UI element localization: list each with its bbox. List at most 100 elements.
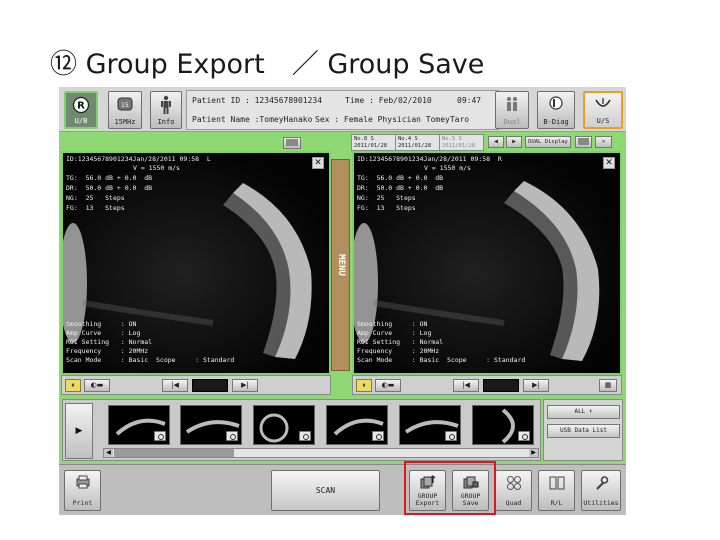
printer-icon bbox=[76, 475, 89, 489]
scan-button[interactable]: SCAN bbox=[271, 470, 380, 511]
thumbnail-4[interactable] bbox=[326, 405, 388, 445]
rl-button[interactable]: R/L bbox=[538, 470, 575, 511]
left-arrow-icon: ◀ bbox=[494, 138, 498, 145]
thumbnail-3[interactable] bbox=[253, 405, 315, 445]
left-frame-back-button[interactable]: |◀ bbox=[162, 379, 188, 392]
patient-sex-physician: Sex : Female Physician TomeyTaro bbox=[315, 115, 470, 124]
right-frame-back-button[interactable]: |◀ bbox=[453, 379, 479, 392]
left-frame-forward-button[interactable]: ▶| bbox=[232, 379, 258, 392]
prev-record-button[interactable]: ◀ bbox=[488, 136, 504, 148]
next-record-button[interactable]: ▶ bbox=[506, 136, 522, 148]
b-diag-button[interactable]: B-Diag bbox=[537, 91, 575, 129]
quad-button[interactable]: Quad bbox=[495, 470, 532, 511]
left-image-close-button[interactable]: ✕ bbox=[312, 157, 324, 169]
right-image-header: ID:12345678901234Jan/28/2011 09:58 R bbox=[357, 155, 502, 163]
menu-tab[interactable]: MENU bbox=[331, 159, 350, 371]
thumbnail-strip: ▶ ◀ ▶ bbox=[62, 399, 541, 461]
right-ultrasound-image[interactable]: ✕ ID:12345678901234Jan/28/2011 09:58 R V… bbox=[352, 151, 622, 375]
record-tab-2-date: 2011/01/28 bbox=[398, 143, 432, 149]
thumbnail-2[interactable] bbox=[180, 405, 242, 445]
camera-icon bbox=[518, 431, 530, 441]
print-button[interactable]: Print bbox=[64, 470, 101, 511]
scroll-left-icon[interactable]: ◀ bbox=[104, 449, 113, 457]
thumbnail-scrollbar[interactable]: ◀ ▶ bbox=[103, 448, 539, 458]
right-frame-counter bbox=[483, 379, 519, 392]
left-ultrasound-image[interactable]: ✕ ID:12345678901234Jan/28/2011 09:58 L V… bbox=[61, 151, 331, 375]
scroll-right-icon[interactable]: ▶ bbox=[529, 449, 538, 457]
dual-button[interactable]: Dual bbox=[495, 91, 529, 129]
camera-icon bbox=[226, 431, 238, 441]
record-tab-1-date: 2011/01/28 bbox=[354, 143, 388, 149]
dual-display-button[interactable]: DUAL Display bbox=[525, 136, 571, 148]
rl-icon bbox=[549, 476, 564, 490]
play-icon: ▶ bbox=[75, 426, 83, 436]
ub-mode-button[interactable]: R U/B bbox=[64, 91, 98, 129]
utilities-button[interactable]: Utilities bbox=[581, 470, 621, 511]
group-export-button[interactable]: GROUP Export bbox=[409, 470, 446, 511]
eye-circle-icon bbox=[549, 96, 563, 110]
left-image-header: ID:12345678901234Jan/28/2011 09:58 L bbox=[66, 155, 211, 163]
usb-data-list-button[interactable]: USB Data List bbox=[547, 424, 620, 438]
record-tab-3-number: No.5 S bbox=[442, 136, 462, 142]
right-pause-button[interactable]: ⏸ bbox=[356, 379, 372, 392]
us-mode-button[interactable]: U/S bbox=[583, 91, 623, 129]
probe-arc-icon bbox=[595, 98, 611, 107]
left-ng: NG: 25 Steps bbox=[66, 194, 125, 202]
us-label: U/S bbox=[596, 117, 610, 125]
group-save-icon bbox=[463, 476, 478, 489]
right-image-close-button[interactable]: ✕ bbox=[603, 157, 615, 169]
frame-back-icon: |◀ bbox=[462, 381, 470, 389]
left-dr: DR: 50.0 dB + 0.0 dB bbox=[66, 184, 153, 192]
wrench-icon bbox=[596, 476, 609, 490]
right-frequency: Frequency : 20MHz bbox=[357, 347, 440, 355]
thumbnail-6[interactable] bbox=[472, 405, 534, 445]
all-label: ALL bbox=[574, 408, 586, 415]
record-tab-2[interactable]: No.4 S 2011/01/28 bbox=[395, 134, 440, 151]
close-icon: ✕ bbox=[314, 158, 322, 168]
right-caliper-button[interactable]: ◐▬ bbox=[375, 379, 401, 392]
left-panel-toggle-button[interactable] bbox=[283, 137, 301, 149]
close-icon: ✕ bbox=[605, 158, 613, 168]
left-frequency: Frequency : 20MHz bbox=[66, 347, 149, 355]
record-tab-3[interactable]: No.5 S 2011/01/28 bbox=[439, 134, 484, 151]
camera-icon bbox=[154, 431, 166, 441]
patient-info-panel: Patient ID : 12345678901234 Time : Feb/0… bbox=[186, 90, 499, 130]
right-playback-bar: ⏸ ◐▬ |◀ ▶| ▦ bbox=[352, 375, 622, 395]
right-grid-button[interactable]: ▦ bbox=[599, 379, 617, 392]
info-label: Info bbox=[157, 118, 175, 126]
caliper-icon: ◐▬ bbox=[381, 381, 395, 389]
thumbnail-5[interactable] bbox=[399, 405, 461, 445]
left-frame-counter bbox=[192, 379, 228, 392]
thumbnail-1[interactable] bbox=[108, 405, 170, 445]
left-panel-toggle-icon bbox=[286, 139, 298, 146]
bottom-toolbar: Print SCAN GROUP Export GROUP Save Quad … bbox=[59, 464, 626, 515]
right-tg: TG: 56.0 dB + 0.0 dB bbox=[357, 174, 444, 182]
left-pause-button[interactable]: ⏸ bbox=[65, 379, 81, 392]
right-frame-forward-button[interactable]: ▶| bbox=[523, 379, 549, 392]
right-velocity: V = 1550 m/s bbox=[424, 164, 471, 172]
info-button[interactable]: Info bbox=[150, 91, 182, 129]
grid-icon: ▦ bbox=[604, 381, 612, 389]
right-panel-toggle-button[interactable] bbox=[575, 136, 592, 148]
record-tab-1[interactable]: No.8 S 2011/01/28 bbox=[351, 134, 396, 151]
frame-forward-icon: ▶| bbox=[532, 381, 540, 389]
menu-label: MENU bbox=[335, 254, 346, 276]
ultrasound-screen: R U/B 15 15MHz Info Patient ID : 1234567 bbox=[59, 87, 626, 515]
right-ng: NG: 25 Steps bbox=[357, 194, 416, 202]
panel-close-button[interactable]: ✕ bbox=[595, 136, 612, 148]
frequency-button[interactable]: 15 15MHz bbox=[108, 91, 142, 129]
person-icon bbox=[161, 95, 171, 114]
frame-back-icon: |◀ bbox=[171, 381, 179, 389]
right-roi-setting: ROI Setting : Normal bbox=[357, 338, 444, 346]
left-velocity: V = 1550 m/s bbox=[133, 164, 180, 172]
group-save-button[interactable]: GROUP Save bbox=[452, 470, 489, 511]
left-fg: FG: 13 Steps bbox=[66, 204, 125, 212]
top-bar: R U/B 15 15MHz Info Patient ID : 1234567 bbox=[59, 87, 626, 132]
thumbnail-play-button[interactable]: ▶ bbox=[65, 403, 93, 459]
scrollbar-thumb[interactable] bbox=[114, 449, 234, 457]
all-button[interactable]: ALL ⬇ bbox=[547, 405, 620, 419]
left-caliper-button[interactable]: ◐▬ bbox=[84, 379, 110, 392]
camera-icon bbox=[299, 431, 311, 441]
probe-icon: 15 bbox=[117, 97, 133, 111]
rl-label: R/L bbox=[550, 499, 563, 507]
